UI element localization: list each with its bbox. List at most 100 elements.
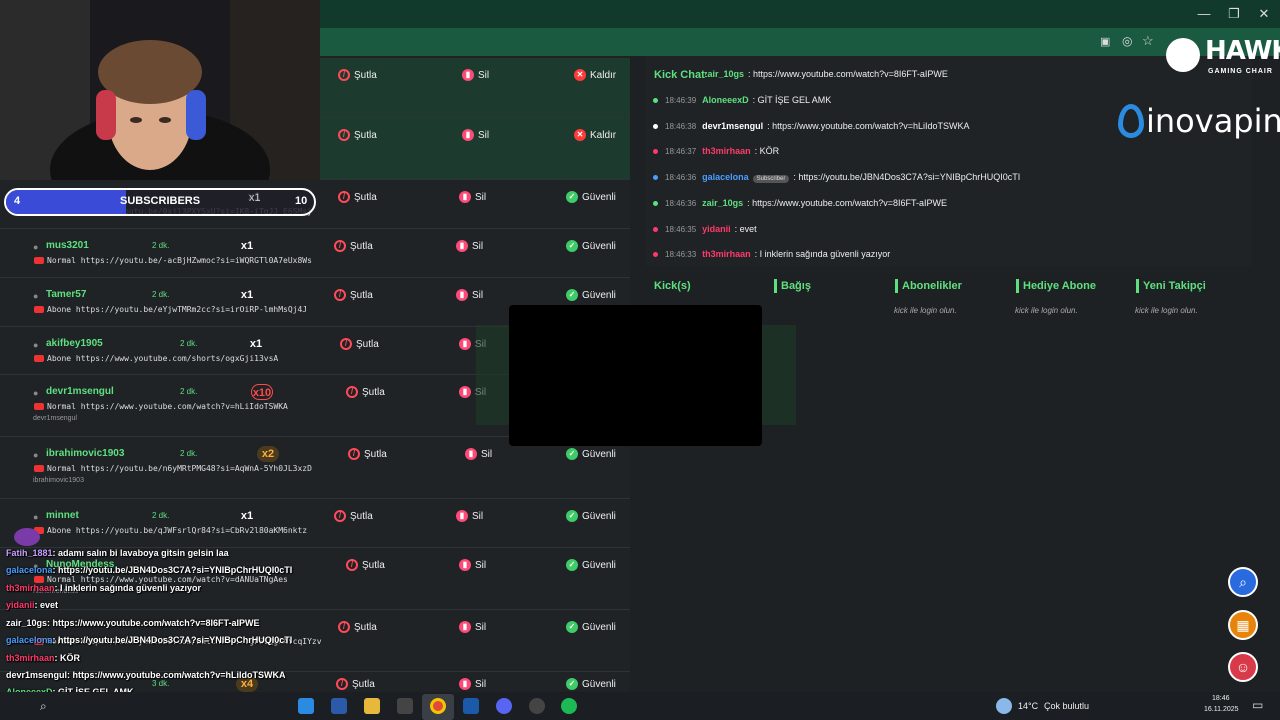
delete-label: Sil bbox=[472, 510, 484, 522]
queue-username[interactable]: mus3201 bbox=[46, 240, 89, 251]
delete-button[interactable]: ▮ Sil bbox=[459, 621, 486, 633]
delete-button[interactable]: ▮ Sil bbox=[456, 289, 483, 301]
clock-time[interactable]: 18:46 bbox=[1212, 695, 1230, 702]
chat-message: 18:46:36 galacelona Subscriber: https://yo… bbox=[653, 172, 1020, 183]
queue-username[interactable]: ibrahimovic1903 bbox=[46, 448, 124, 459]
address-bar[interactable]: ▣ ◎ ☆ bbox=[320, 28, 1280, 56]
queue-username[interactable]: minnet bbox=[46, 510, 79, 521]
kick-button[interactable]: / Şutla bbox=[334, 510, 373, 522]
discord-icon[interactable] bbox=[496, 698, 512, 714]
minimize-button[interactable]: — bbox=[1194, 6, 1214, 21]
obs-icon[interactable] bbox=[529, 698, 545, 714]
delete-button[interactable]: ▮ Sil bbox=[456, 510, 483, 522]
kick-button[interactable]: / Şutla bbox=[336, 678, 375, 690]
spotify-icon[interactable] bbox=[561, 698, 577, 714]
chat-username[interactable]: galacelona bbox=[702, 172, 749, 182]
eye-off-icon[interactable]: ◎ bbox=[1122, 34, 1132, 48]
queue-url[interactable]: https://www.youtube.com/shorts/ogxGji13v… bbox=[76, 354, 278, 363]
queue-url[interactable]: https://youtu.be/n6yMRtPMG48?si=AqWnA-5Y… bbox=[81, 464, 312, 473]
kick-button[interactable]: / Şutla bbox=[334, 289, 373, 301]
chat-username[interactable]: th3mirhaan bbox=[702, 146, 751, 156]
chat-username[interactable]: yidanii bbox=[702, 224, 731, 234]
queue-link[interactable]: Abone https://youtu.be/qJWFsrlQr84?si=Cb… bbox=[34, 526, 307, 535]
delete-button[interactable]: ▮ Sil bbox=[459, 191, 486, 203]
delete-button[interactable]: ▮ Sil bbox=[462, 129, 489, 141]
chat-username[interactable]: devr1msengul bbox=[702, 121, 763, 131]
overlay-chat-user: zair_10gs bbox=[6, 618, 48, 628]
kick-button[interactable]: / Şutla bbox=[340, 338, 379, 350]
kick-button[interactable]: / Şutla bbox=[348, 448, 387, 460]
youtube-icon bbox=[34, 306, 44, 313]
gift-fab-icon[interactable]: ▦ bbox=[1228, 610, 1258, 640]
category-header: Kick(s) bbox=[654, 280, 691, 292]
overlay-chat-user: yidanii bbox=[6, 600, 35, 610]
delete-button[interactable]: ▮ Sil bbox=[456, 240, 483, 252]
search-fab-icon[interactable]: ⌕ bbox=[1228, 567, 1258, 597]
user-fab-icon[interactable]: ☺ bbox=[1228, 652, 1258, 682]
search-icon[interactable]: ⌕ bbox=[40, 699, 47, 714]
chat-username[interactable]: th3mirhaan bbox=[702, 249, 751, 259]
safe-button[interactable]: ✓ Güvenli bbox=[566, 448, 616, 460]
safe-button[interactable]: ✓ Güvenli bbox=[566, 678, 616, 690]
queue-link[interactable]: Normal https://youtu.be/n6yMRtPMG48?si=A… bbox=[34, 464, 312, 473]
kick-label: Şutla bbox=[364, 448, 387, 460]
remove-button[interactable]: ✕ Kaldır bbox=[574, 69, 616, 81]
camera-off-icon[interactable]: ▣ bbox=[1100, 35, 1110, 48]
queue-username[interactable]: devr1msengul bbox=[46, 386, 114, 397]
kick-button[interactable]: / Şutla bbox=[338, 621, 377, 633]
queue-link[interactable]: Abone https://www.youtube.com/shorts/ogx… bbox=[34, 354, 278, 363]
queue-link[interactable]: Normal https://www.youtube.com/watch?v=h… bbox=[34, 402, 288, 411]
safe-button[interactable]: ✓ Güvenli bbox=[566, 191, 616, 203]
kick-button[interactable]: / Şutla bbox=[338, 69, 377, 81]
chat-username[interactable]: AloneeexD bbox=[702, 95, 749, 105]
safe-button[interactable]: ✓ Güvenli bbox=[566, 621, 616, 633]
check-icon: ✓ bbox=[566, 621, 578, 633]
app-icon[interactable] bbox=[331, 698, 347, 714]
queue-age: 3 dk. bbox=[152, 679, 170, 688]
chat-message: 18:46:36 zair_10gs: https://www.youtube.c… bbox=[653, 198, 947, 208]
delete-button[interactable]: ▮ Sil bbox=[465, 448, 492, 460]
ban-icon: / bbox=[340, 338, 352, 350]
queue-link[interactable]: Normal https://youtu.be/-acBjHZwmoc?si=i… bbox=[34, 256, 312, 265]
safe-button[interactable]: ✓ Güvenli bbox=[566, 559, 616, 571]
chrome-icon[interactable] bbox=[430, 698, 446, 714]
delete-button[interactable]: ▮ Sil bbox=[459, 559, 486, 571]
folder-icon[interactable] bbox=[364, 698, 380, 714]
remove-button[interactable]: ✕ Kaldır bbox=[574, 129, 616, 141]
clock-date[interactable]: 16.11.2025 bbox=[1204, 706, 1239, 713]
edge-icon[interactable] bbox=[298, 698, 314, 714]
kick-button[interactable]: / Şutla bbox=[346, 386, 385, 398]
youtube-icon bbox=[34, 355, 44, 362]
kick-label: Şutla bbox=[362, 559, 385, 571]
bookmark-star-icon[interactable]: ☆ bbox=[1142, 33, 1154, 49]
queue-url[interactable]: https://youtu.be/eYjwTMRm2cc?si=irOiRP-l… bbox=[76, 305, 307, 314]
delete-button[interactable]: ▮ Sil bbox=[459, 678, 486, 690]
xbox-icon[interactable] bbox=[397, 698, 413, 714]
chat-text: : I inklerin sağında güvenli yazıyor bbox=[754, 249, 891, 259]
weather-temp: 14°C bbox=[1018, 701, 1039, 711]
safe-button[interactable]: ✓ Güvenli bbox=[566, 240, 616, 252]
steam-icon[interactable] bbox=[463, 698, 479, 714]
kick-button[interactable]: / Şutla bbox=[346, 559, 385, 571]
kick-button[interactable]: / Şutla bbox=[338, 191, 377, 203]
queue-username[interactable]: akifbey1905 bbox=[46, 338, 103, 349]
safe-button[interactable]: ✓ Güvenli bbox=[566, 289, 616, 301]
restore-button[interactable]: ❐ bbox=[1224, 6, 1244, 22]
delete-button[interactable]: ▮ Sil bbox=[462, 69, 489, 81]
notification-icon[interactable]: ▭ bbox=[1252, 698, 1263, 712]
chat-dot bbox=[653, 201, 658, 207]
queue-link[interactable]: Abone https://youtu.be/eYjwTMRm2cc?si=ir… bbox=[34, 305, 307, 314]
inovapin-logo-icon bbox=[1118, 104, 1144, 138]
queue-url[interactable]: https://youtu.be/-acBjHZwmoc?si=iWQRGTl0… bbox=[81, 256, 312, 265]
kick-button[interactable]: / Şutla bbox=[334, 240, 373, 252]
close-button[interactable]: ✕ bbox=[1254, 6, 1274, 22]
safe-button[interactable]: ✓ Güvenli bbox=[566, 510, 616, 522]
chat-username[interactable]: zair_10gs bbox=[702, 198, 743, 208]
safe-label: Güvenli bbox=[582, 621, 616, 633]
kick-button[interactable]: / Şutla bbox=[338, 129, 377, 141]
overlay-chat-user: galacelona bbox=[6, 635, 53, 645]
chat-username[interactable]: zair_10gs bbox=[703, 69, 744, 79]
queue-url[interactable]: https://youtu.be/qJWFsrlQr84?si=CbRv2l80… bbox=[76, 526, 307, 535]
queue-username[interactable]: Tamer57 bbox=[46, 289, 86, 300]
queue-url[interactable]: https://www.youtube.com/watch?v=hLiIdoTS… bbox=[81, 402, 288, 411]
